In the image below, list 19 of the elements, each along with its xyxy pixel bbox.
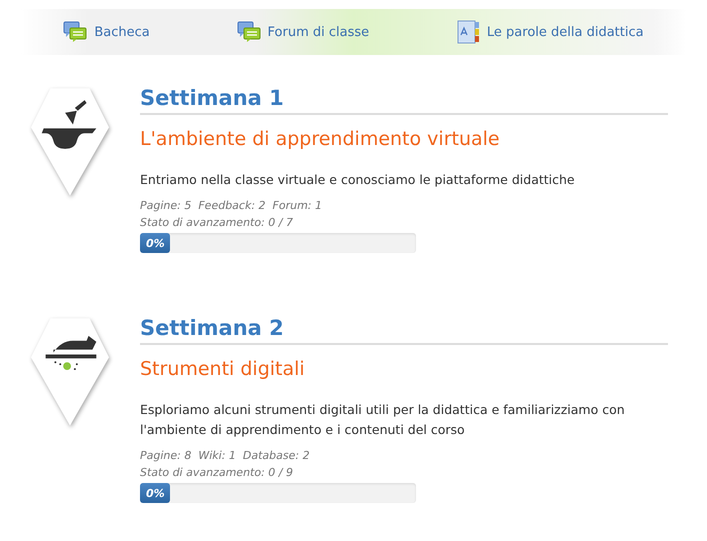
progress-status: Stato di avanzamento: 0 / 7 bbox=[140, 215, 294, 231]
dictionary-icon bbox=[456, 20, 480, 44]
chat-bubbles-icon bbox=[63, 20, 88, 44]
activity-counts: Pagine: 5 Feedback: 2 Forum: 1 bbox=[140, 198, 323, 214]
section-title[interactable]: L'ambiente di apprendimento virtuale bbox=[140, 126, 668, 152]
nav-link[interactable]: Le parole della didattica bbox=[456, 20, 644, 44]
section-summary: Esploriamo alcuni strumenti digitali utili per la didattica e familiarizziamo con l'ambiente di apprendimento e i contenuti del corso bbox=[140, 401, 626, 439]
chat-bubbles-icon bbox=[236, 20, 261, 44]
progress-percent: 0% bbox=[146, 236, 165, 250]
week-heading: Settimana 1 bbox=[140, 85, 285, 111]
trowel-icon bbox=[42, 100, 96, 149]
section-title[interactable]: Strumenti digitali bbox=[140, 356, 668, 382]
section-summary: Entriamo nella classe virtuale e conosciamo le piattaforme didattiche bbox=[140, 171, 576, 189]
nav-link[interactable]: Bacheca bbox=[63, 20, 150, 44]
progress-percent: 0% bbox=[146, 486, 165, 500]
activity-counts: Pagine: 8 Wiki: 1 Database: 2 bbox=[140, 448, 311, 464]
nav-link[interactable]: Forum di classe bbox=[236, 20, 370, 44]
progress-status: Stato di avanzamento: 0 / 9 bbox=[140, 465, 294, 481]
week-heading: Settimana 2 bbox=[140, 315, 285, 341]
